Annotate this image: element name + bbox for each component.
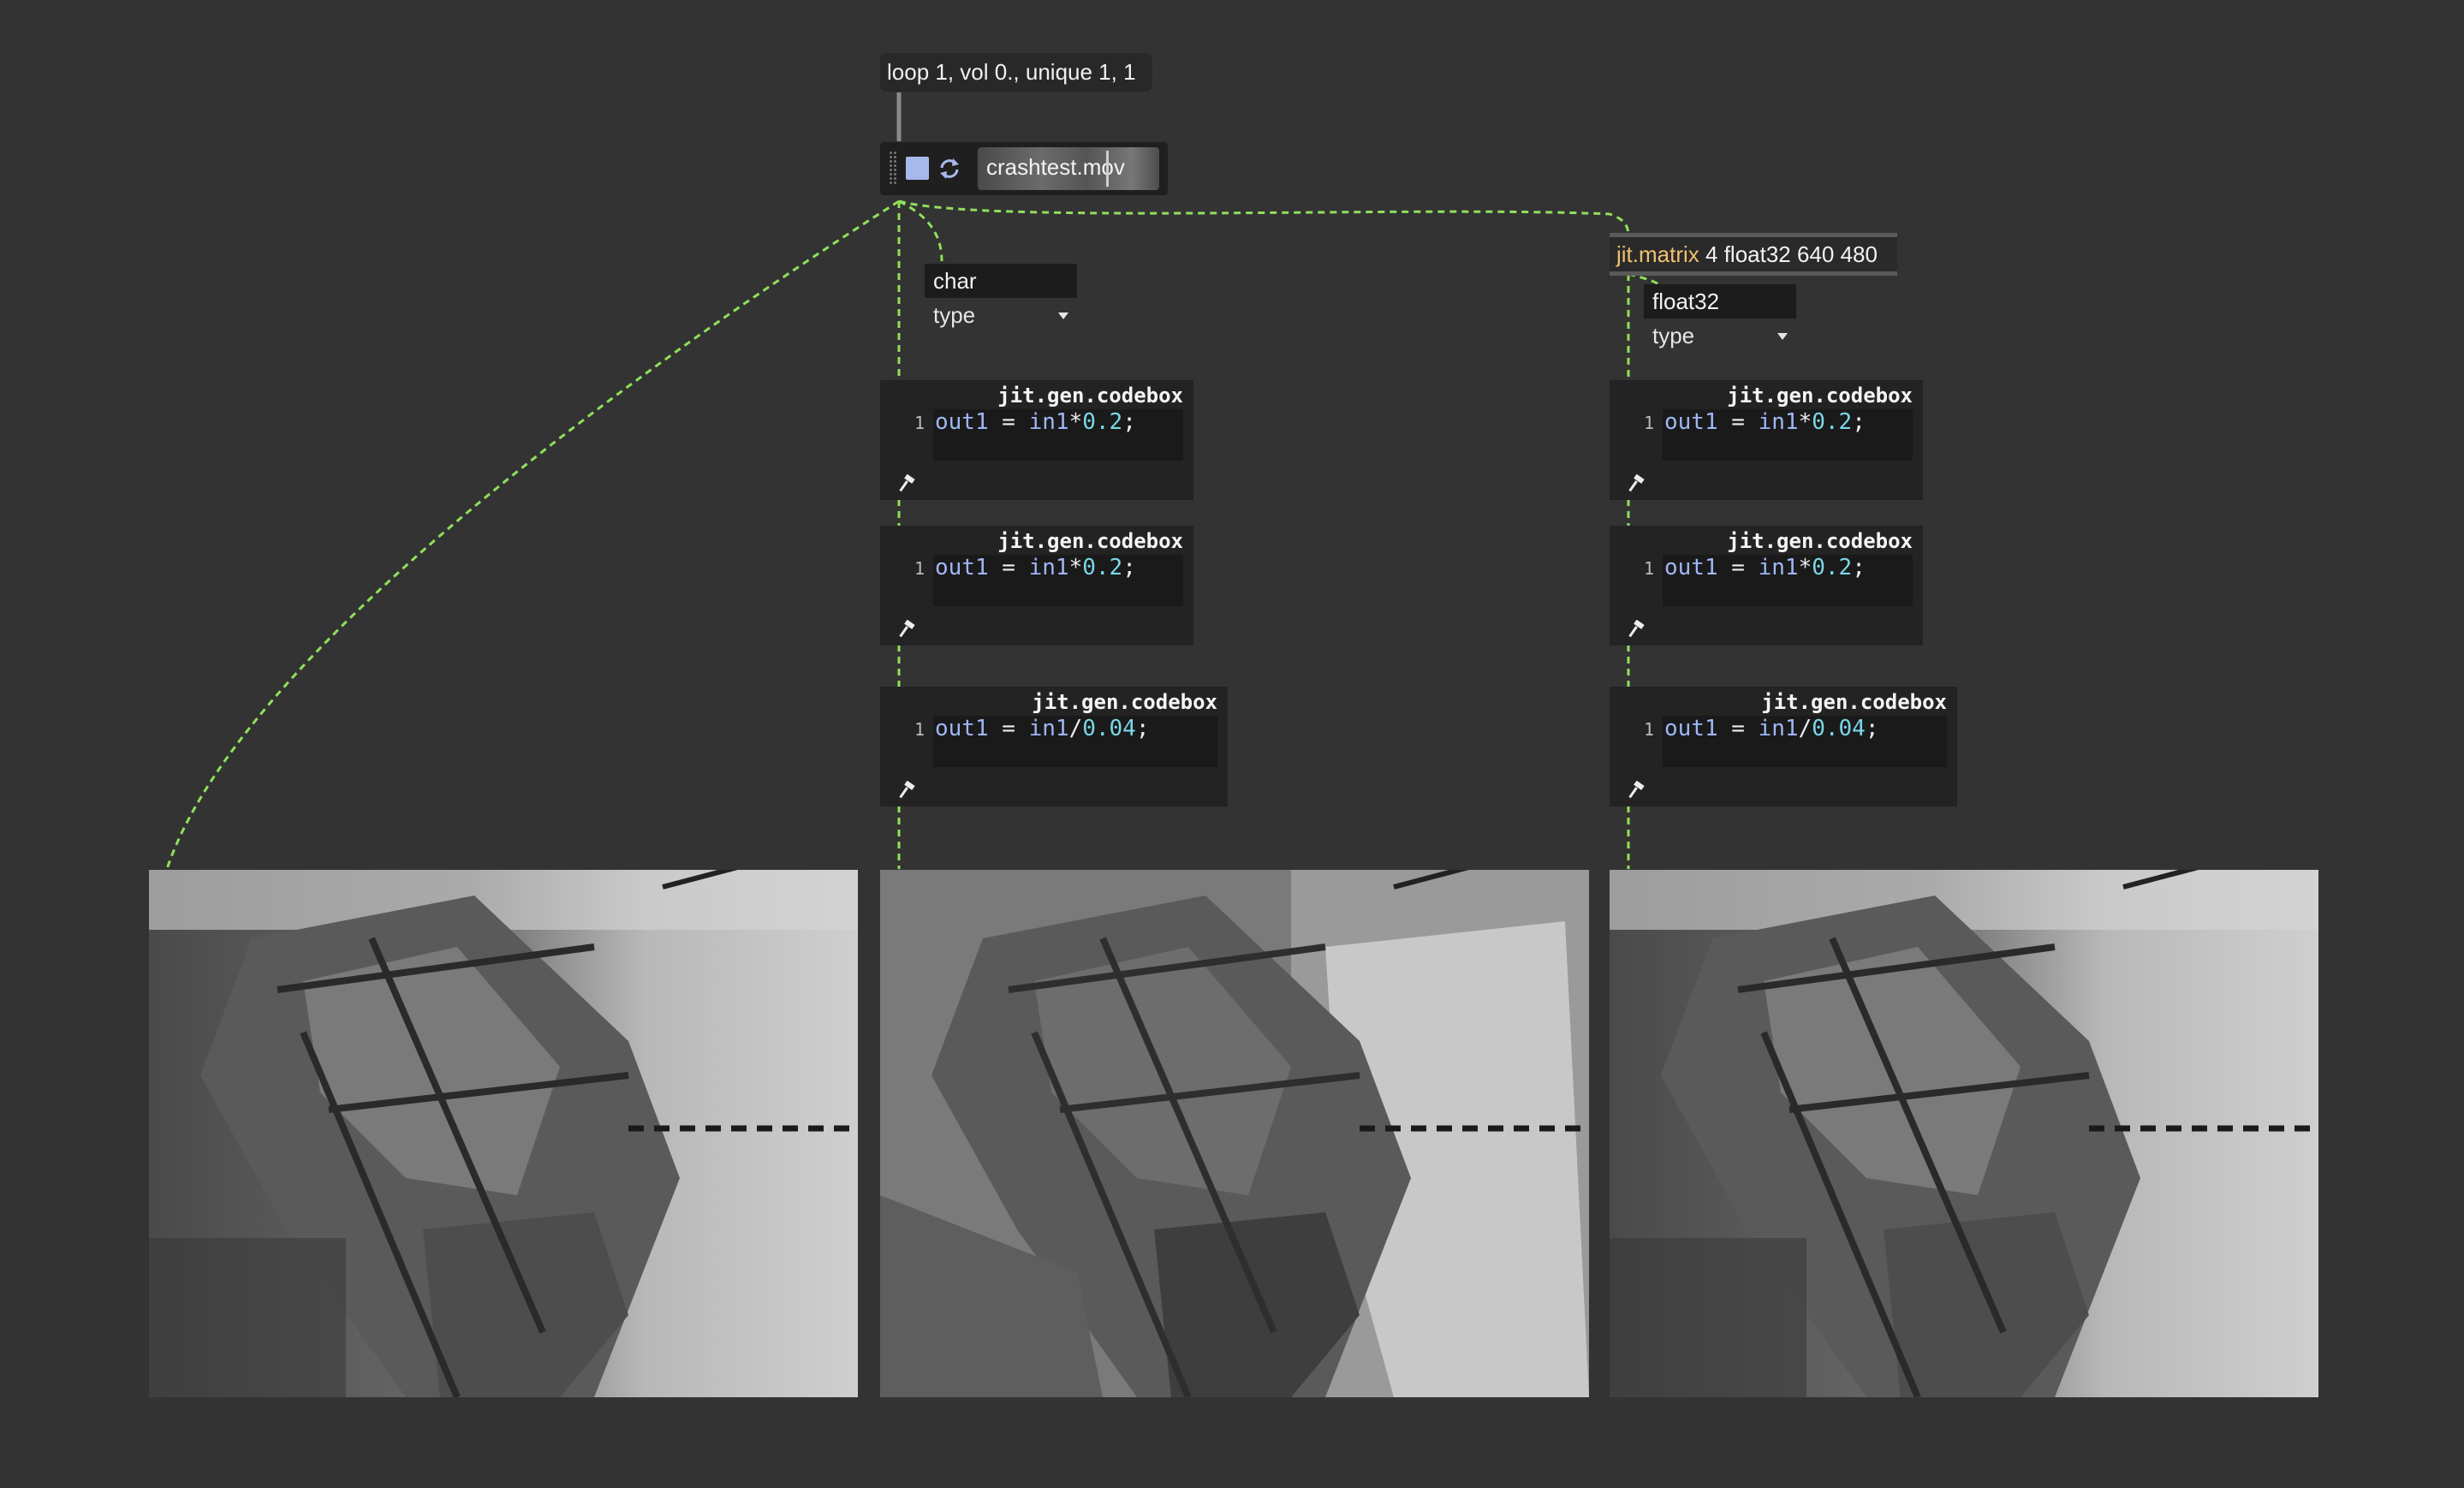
code-assign: = <box>988 555 1029 580</box>
code-input: in1 <box>1028 716 1069 741</box>
codebox-title: jit.gen.codebox <box>1032 690 1217 714</box>
patch-cord-playlist-to-matrix <box>898 199 1630 236</box>
code-assign: = <box>1717 716 1759 741</box>
playlist-object[interactable]: crashtest.mov <box>880 142 1168 195</box>
patch-cord-playlist-to-char-umenu <box>898 199 943 262</box>
line-number: 1 <box>914 719 925 740</box>
code-operator: / <box>1068 716 1083 741</box>
code-input: in1 <box>1758 555 1799 580</box>
line-number: 1 <box>1644 413 1655 433</box>
code-assign: = <box>1717 555 1759 580</box>
umenu-value[interactable]: float32 <box>1644 284 1796 318</box>
code-number: 0.2 <box>1812 409 1853 435</box>
codebox-right-2[interactable]: jit.gen.codebox 1 out1 = in1*0.2; <box>1610 526 1923 646</box>
code-operator: * <box>1798 555 1812 580</box>
code-var: out1 <box>1664 555 1718 580</box>
code-operator: * <box>1068 555 1083 580</box>
video-frame <box>880 870 1589 1397</box>
code-end: ; <box>1852 409 1866 435</box>
hammer-icon[interactable] <box>897 620 916 639</box>
code-var: out1 <box>935 555 989 580</box>
code-line[interactable]: out1 = in1*0.2; <box>1664 409 1866 435</box>
hammer-icon[interactable] <box>1627 620 1646 639</box>
matrix-class-name: jit.matrix <box>1616 241 1699 267</box>
codebox-title: jit.gen.codebox <box>1727 529 1913 553</box>
code-number: 0.2 <box>1082 409 1123 435</box>
clip-name: crashtest.mov <box>986 154 1125 180</box>
code-line[interactable]: out1 = in1*0.2; <box>935 409 1136 435</box>
line-number: 1 <box>914 413 925 433</box>
drag-grip-icon[interactable] <box>889 151 897 185</box>
code-input: in1 <box>1758 409 1799 435</box>
umenu-label: type <box>1652 323 1695 348</box>
code-var: out1 <box>1664 409 1718 435</box>
code-var: out1 <box>935 409 989 435</box>
code-line[interactable]: out1 = in1/0.04; <box>935 716 1150 741</box>
code-line[interactable]: out1 = in1*0.2; <box>1664 555 1866 580</box>
codebox-title: jit.gen.codebox <box>1727 384 1913 408</box>
umenu-label: type <box>933 302 976 328</box>
code-operator: * <box>1068 409 1083 435</box>
hammer-icon[interactable] <box>1627 474 1646 493</box>
video-frame <box>149 870 858 1397</box>
loop-icon[interactable] <box>937 156 962 182</box>
code-number: 0.04 <box>1812 716 1866 741</box>
code-var: out1 <box>935 716 989 741</box>
codebox-title: jit.gen.codebox <box>997 529 1183 553</box>
line-number: 1 <box>914 558 925 579</box>
dropdown-arrow-icon[interactable] <box>1777 333 1788 340</box>
code-end: ; <box>1122 555 1136 580</box>
code-end: ; <box>1865 716 1879 741</box>
line-number: 1 <box>1644 719 1655 740</box>
code-assign: = <box>988 716 1029 741</box>
code-line[interactable]: out1 = in1/0.04; <box>1664 716 1879 741</box>
codebox-left-1[interactable]: jit.gen.codebox 1 out1 = in1*0.2; <box>880 380 1193 500</box>
codebox-title: jit.gen.codebox <box>1761 690 1947 714</box>
clip-thumbnail[interactable]: crashtest.mov <box>978 147 1159 190</box>
umenu-label-row: type <box>1644 318 1796 353</box>
video-frame <box>1610 870 2318 1397</box>
video-display-original <box>149 870 858 1397</box>
code-end: ; <box>1135 716 1150 741</box>
playhead-marker[interactable] <box>1106 151 1109 187</box>
hammer-icon[interactable] <box>897 781 916 800</box>
code-var: out1 <box>1664 716 1718 741</box>
code-number: 0.2 <box>1812 555 1853 580</box>
code-line[interactable]: out1 = in1*0.2; <box>935 555 1136 580</box>
umenu-value[interactable]: char <box>925 264 1077 298</box>
message-box[interactable]: loop 1, vol 0., unique 1, 1 <box>880 53 1152 92</box>
type-umenu-float32[interactable]: float32 type <box>1644 284 1796 353</box>
codebox-right-1[interactable]: jit.gen.codebox 1 out1 = in1*0.2; <box>1610 380 1923 500</box>
hammer-icon[interactable] <box>1627 781 1646 800</box>
code-assign: = <box>988 409 1029 435</box>
code-end: ; <box>1852 555 1866 580</box>
code-number: 0.2 <box>1082 555 1123 580</box>
hammer-icon[interactable] <box>897 474 916 493</box>
codebox-left-3[interactable]: jit.gen.codebox 1 out1 = in1/0.04; <box>880 687 1228 806</box>
code-operator: * <box>1798 409 1812 435</box>
code-input: in1 <box>1028 409 1069 435</box>
code-operator: / <box>1798 716 1812 741</box>
jit-matrix-object[interactable]: jit.matrix 4 float32 640 480 <box>1610 233 1897 276</box>
patch-cord-playlist-to-left-pane <box>165 199 900 870</box>
code-input: in1 <box>1028 555 1069 580</box>
video-display-float32 <box>1610 870 2318 1397</box>
codebox-title: jit.gen.codebox <box>997 384 1183 408</box>
video-display-char <box>880 870 1589 1397</box>
code-number: 0.04 <box>1082 716 1136 741</box>
code-input: in1 <box>1758 716 1799 741</box>
code-end: ; <box>1122 409 1136 435</box>
type-umenu-char[interactable]: char type <box>925 264 1077 332</box>
codebox-right-3[interactable]: jit.gen.codebox 1 out1 = in1/0.04; <box>1610 687 1957 806</box>
dropdown-arrow-icon[interactable] <box>1058 312 1068 319</box>
codebox-left-2[interactable]: jit.gen.codebox 1 out1 = in1*0.2; <box>880 526 1193 646</box>
code-assign: = <box>1717 409 1759 435</box>
line-number: 1 <box>1644 558 1655 579</box>
stop-button[interactable] <box>906 157 929 180</box>
umenu-label-row: type <box>925 298 1077 332</box>
matrix-args: 4 float32 640 480 <box>1705 241 1878 267</box>
